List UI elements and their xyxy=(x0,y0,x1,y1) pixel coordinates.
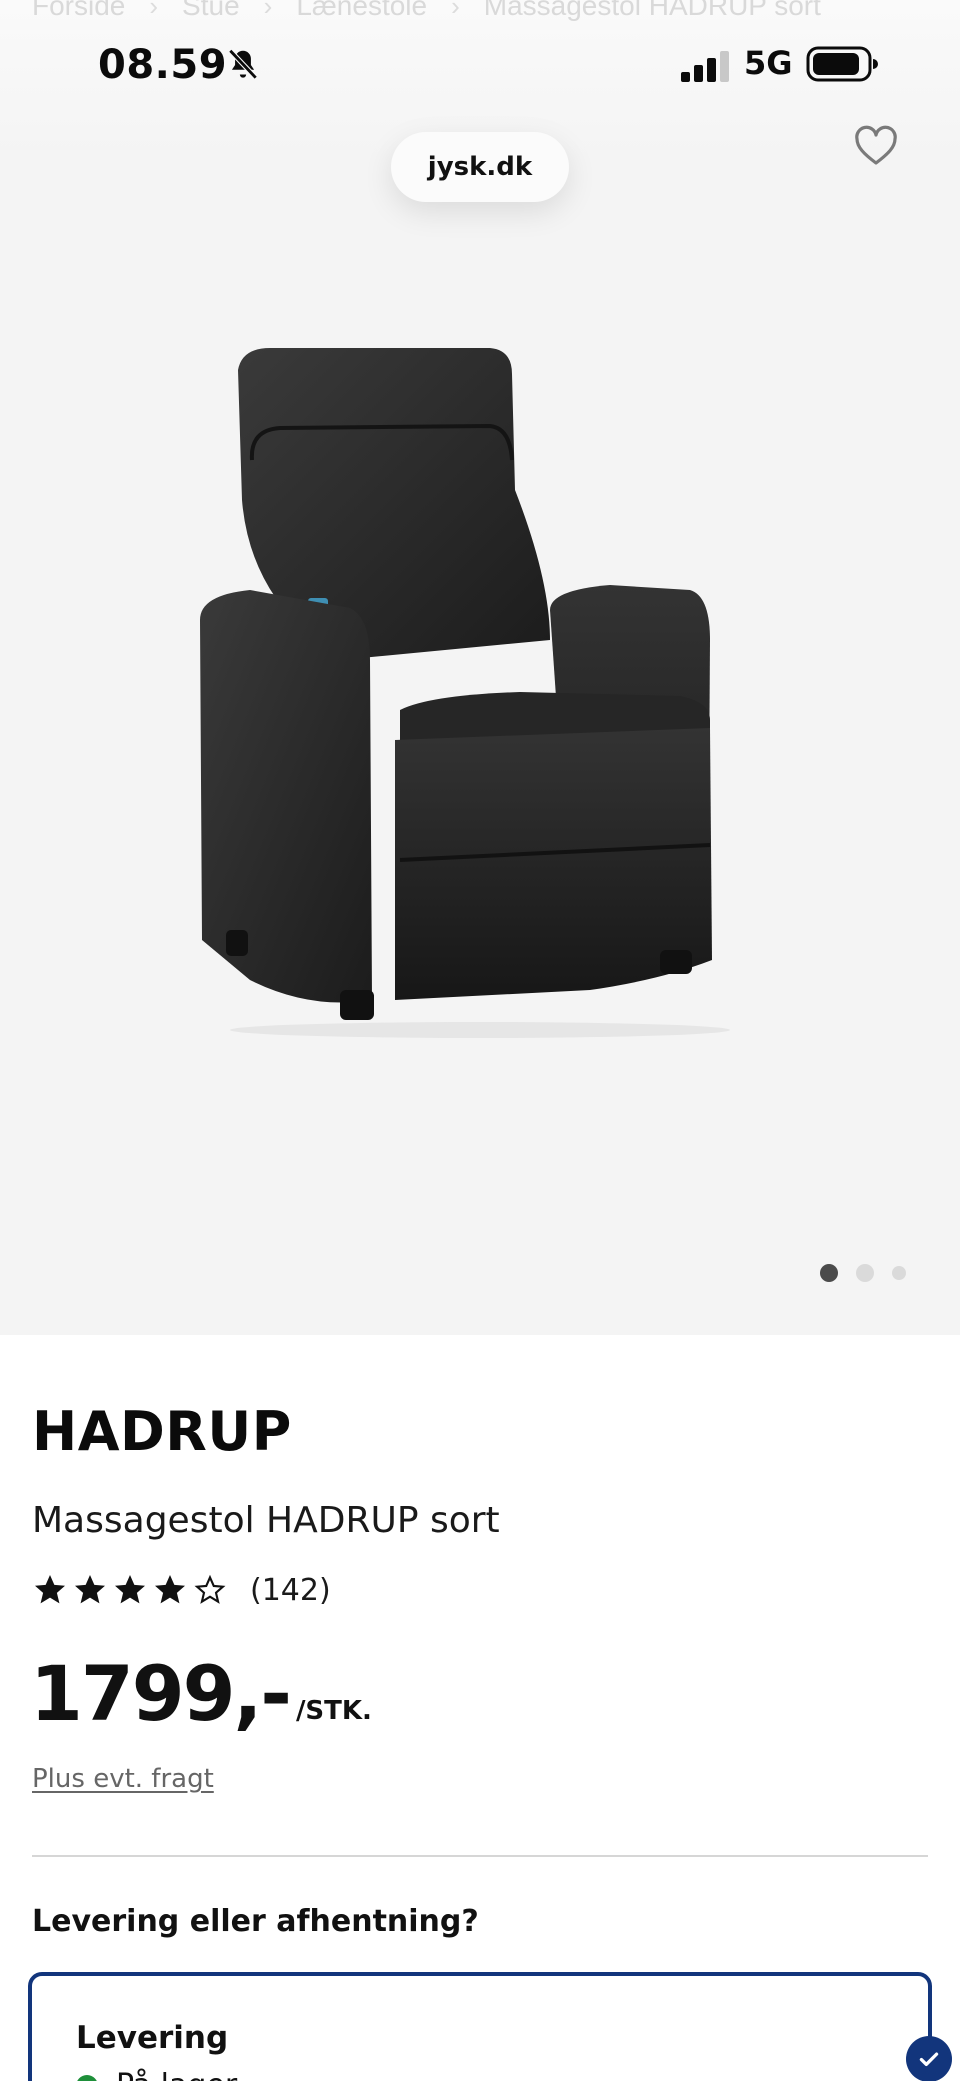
clock: 08.59 xyxy=(98,42,228,88)
delivery-heading: Levering eller afhentning? xyxy=(32,1904,479,1939)
price-unit: /STK. xyxy=(295,1696,372,1726)
breadcrumb-item-current: Massagestol HADRUP sort xyxy=(483,0,821,21)
carousel-dot-2[interactable] xyxy=(856,1264,874,1282)
freight-info-link[interactable]: Plus evt. fragt xyxy=(32,1764,214,1794)
carousel-indicator[interactable] xyxy=(820,1264,906,1282)
address-bar[interactable]: jysk.dk xyxy=(391,132,569,202)
product-image-gallery[interactable]: Forside › Stue › Lænestole › Massagestol… xyxy=(0,0,960,1335)
breadcrumb-item-living-room[interactable]: Stue xyxy=(182,0,240,22)
network-type: 5G xyxy=(744,44,793,82)
status-bar: 08.59 5G xyxy=(0,36,960,96)
star-icon xyxy=(155,1575,185,1604)
in-stock-indicator xyxy=(76,2074,98,2081)
product-photo-recliner xyxy=(200,348,730,1038)
carousel-dot-3[interactable] xyxy=(892,1266,906,1280)
chevron-right-icon: › xyxy=(451,0,460,21)
star-outline-icon xyxy=(194,1574,226,1604)
rating-stars xyxy=(32,1572,228,1608)
stock-status: På lager xyxy=(76,2068,237,2081)
chevron-right-icon: › xyxy=(263,0,273,21)
breadcrumb-item-home[interactable]: Forside xyxy=(32,0,125,22)
chevron-right-icon: › xyxy=(149,0,159,21)
divider xyxy=(32,1855,928,1857)
battery-icon xyxy=(806,46,878,82)
signal-icon xyxy=(681,51,729,82)
star-icon xyxy=(115,1575,145,1604)
checkmark-icon xyxy=(906,2036,952,2081)
delivery-option-card[interactable]: Levering På lager xyxy=(28,1972,932,2081)
price-value: 1799,- xyxy=(30,1649,292,1738)
price: 1799,- /STK. xyxy=(30,1656,372,1732)
heart-icon[interactable] xyxy=(852,122,900,170)
checkmark-glyph xyxy=(919,2052,939,2067)
stock-status-text: På lager xyxy=(116,2068,237,2081)
delivery-option-title: Levering xyxy=(76,2020,229,2056)
star-icon xyxy=(75,1575,105,1604)
breadcrumb: Forside › Stue › Lænestole › Massagestol… xyxy=(32,0,821,22)
breadcrumb-item-armchairs[interactable]: Lænestole xyxy=(296,0,427,22)
carousel-dot-1[interactable] xyxy=(820,1264,838,1282)
review-count[interactable]: (142) xyxy=(250,1573,331,1608)
product-rating[interactable]: (142) xyxy=(32,1572,331,1608)
star-icon xyxy=(35,1575,65,1604)
bell-slash-icon xyxy=(228,49,258,80)
product-name: Massagestol HADRUP sort xyxy=(32,1500,500,1541)
product-brand: HADRUP xyxy=(32,1400,292,1463)
